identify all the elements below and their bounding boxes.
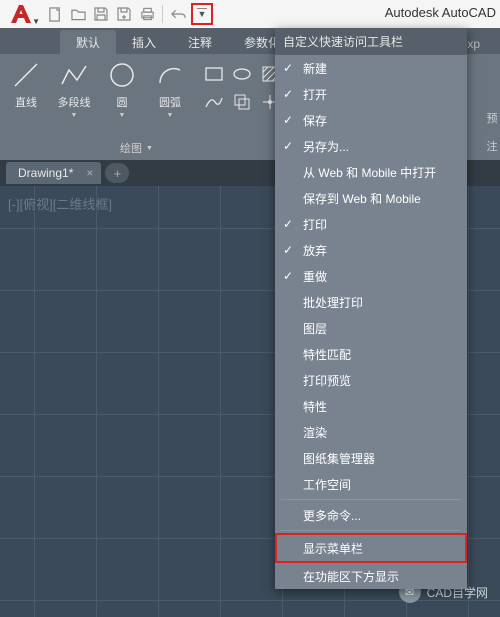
menu-item-show-menubar[interactable]: 显示菜单栏 <box>275 533 467 563</box>
ribbon-tab-insert[interactable]: 插入 <box>116 30 172 54</box>
qat-new-icon[interactable] <box>44 3 66 25</box>
app-menu-arrow: ▼ <box>32 17 40 26</box>
menu-item-more-commands[interactable]: 更多命令... <box>275 502 467 528</box>
menu-item-plot-preview[interactable]: 打印预览 <box>275 367 467 393</box>
tool-polyline[interactable]: 多段线 ▼ <box>54 58 94 119</box>
qat-undo-icon[interactable] <box>167 3 189 25</box>
tool-arc-label: 圆弧 <box>159 94 181 110</box>
ribbon-tab-default[interactable]: 默认 <box>60 30 116 54</box>
qat-open-icon[interactable] <box>67 3 89 25</box>
check-icon: ✓ <box>283 87 293 101</box>
ribbon-tab-annotate[interactable]: 注释 <box>172 30 228 54</box>
menu-item-saveas[interactable]: ✓另存为... <box>275 133 467 159</box>
menu-item-undo[interactable]: ✓放弃 <box>275 237 467 263</box>
qat-customize-dropdown[interactable]: ▼ <box>191 3 213 25</box>
new-tab-button[interactable]: + <box>105 163 129 183</box>
tool-rectangle-icon[interactable] <box>202 62 226 86</box>
menu-item-layer[interactable]: 图层 <box>275 315 467 341</box>
file-tab-drawing1[interactable]: Drawing1* × <box>6 162 101 184</box>
tool-line[interactable]: 直线 <box>6 58 46 110</box>
viewport-label[interactable]: [-][俯视][二维线框] <box>8 194 112 213</box>
dropdown-arrow-icon: ▼ <box>71 112 78 119</box>
menu-item-render[interactable]: 渲染 <box>275 419 467 445</box>
menu-separator <box>281 499 461 500</box>
menu-item-print[interactable]: ✓打印 <box>275 211 467 237</box>
check-icon: ✓ <box>283 139 293 153</box>
right-label-2: 注 <box>484 138 500 154</box>
check-icon: ✓ <box>283 243 293 257</box>
panel-expand-arrow-icon: ▼ <box>146 145 153 152</box>
tool-line-label: 直线 <box>15 94 37 110</box>
dropdown-arrow-icon: ▼ <box>119 112 126 119</box>
menu-item-sheet-set[interactable]: 图纸集管理器 <box>275 445 467 471</box>
menu-item-redo[interactable]: ✓重做 <box>275 263 467 289</box>
tool-polyline-label: 多段线 <box>58 94 91 110</box>
menu-item-open[interactable]: ✓打开 <box>275 81 467 107</box>
menu-item-save-web[interactable]: 保存到 Web 和 Mobile <box>275 185 467 211</box>
qat-print-icon[interactable] <box>136 3 158 25</box>
menu-item-match-properties[interactable]: 特性匹配 <box>275 341 467 367</box>
check-icon: ✓ <box>283 217 293 231</box>
tool-circle[interactable]: 圆 ▼ <box>102 58 142 119</box>
tool-region-icon[interactable] <box>230 90 254 114</box>
qat-save-icon[interactable] <box>90 3 112 25</box>
qat-saveas-icon[interactable] <box>113 3 135 25</box>
app-logo[interactable]: ▼ <box>0 0 42 28</box>
tool-spline-icon[interactable] <box>202 90 226 114</box>
menu-header: 自定义快速访问工具栏 <box>275 28 467 55</box>
tool-circle-label: 圆 <box>117 94 128 110</box>
menu-item-show-below-ribbon[interactable]: 在功能区下方显示 <box>275 563 467 589</box>
check-icon: ✓ <box>283 113 293 127</box>
panel-title-draw[interactable]: 绘图 ▼ <box>120 138 153 158</box>
qat-separator <box>162 5 163 23</box>
quick-access-toolbar <box>42 3 189 25</box>
menu-item-new[interactable]: ✓新建 <box>275 55 467 81</box>
menu-item-open-web[interactable]: 从 Web 和 Mobile 中打开 <box>275 159 467 185</box>
dropdown-arrow-icon: ▼ <box>167 112 174 119</box>
menu-item-save[interactable]: ✓保存 <box>275 107 467 133</box>
qat-customize-menu: 自定义快速访问工具栏 ✓新建 ✓打开 ✓保存 ✓另存为... 从 Web 和 M… <box>275 28 467 589</box>
menu-item-batch-plot[interactable]: 批处理打印 <box>275 289 467 315</box>
right-label-1: 预 <box>484 110 500 126</box>
menu-separator <box>281 530 461 531</box>
tool-ellipse-icon[interactable] <box>230 62 254 86</box>
close-tab-icon[interactable]: × <box>86 166 93 180</box>
app-title: Autodesk AutoCAD <box>385 5 496 20</box>
check-icon: ✓ <box>283 61 293 75</box>
menu-item-workspace[interactable]: 工作空间 <box>275 471 467 497</box>
tool-arc[interactable]: 圆弧 ▼ <box>150 58 190 119</box>
menu-item-properties[interactable]: 特性 <box>275 393 467 419</box>
check-icon: ✓ <box>283 269 293 283</box>
